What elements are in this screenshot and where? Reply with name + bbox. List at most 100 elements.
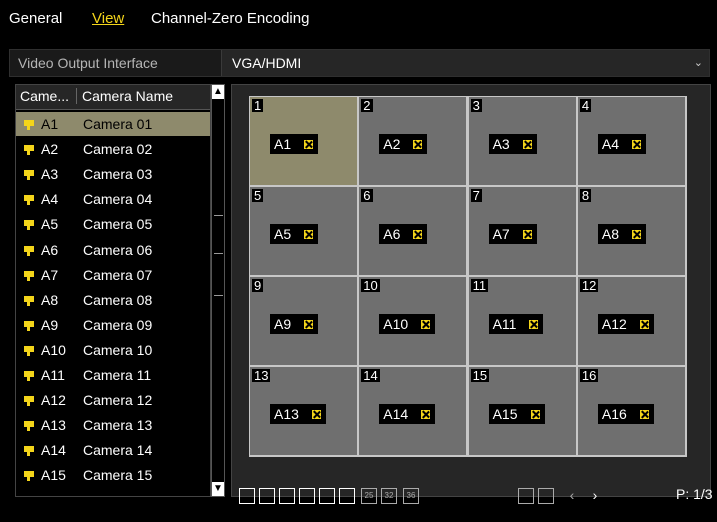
remove-camera-icon[interactable]	[529, 408, 541, 420]
cell-camera-label: A12	[601, 316, 627, 332]
camera-list-row[interactable]: A5 Camera 05	[16, 212, 210, 236]
remove-camera-icon[interactable]	[638, 318, 650, 330]
camera-icon	[24, 170, 34, 181]
camera-icon	[24, 270, 34, 281]
camera-icon	[24, 245, 34, 256]
remove-camera-icon[interactable]	[303, 138, 315, 150]
view-grid-cell[interactable]: 10 A10	[359, 277, 467, 365]
layout-6-icon[interactable]	[279, 488, 295, 504]
layout-25-icon[interactable]: 25	[361, 488, 377, 504]
apply-layout-icon[interactable]	[518, 488, 534, 504]
cell-number: 3	[470, 98, 482, 113]
layout-16-icon[interactable]	[339, 488, 355, 504]
view-grid-cell[interactable]: 2 A2	[359, 97, 467, 185]
view-grid-cell[interactable]: 6 A6	[359, 187, 467, 275]
remove-camera-icon[interactable]	[412, 228, 424, 240]
camera-id: A7	[41, 266, 59, 283]
view-grid-cell[interactable]: 3 A3	[468, 97, 576, 185]
view-grid-cell[interactable]: 12 A12	[577, 277, 685, 365]
cell-number: 2	[361, 98, 373, 113]
cell-number: 5	[252, 188, 264, 203]
cell-number: 11	[470, 278, 489, 293]
camera-list-row[interactable]: A2 Camera 02	[16, 137, 210, 161]
layout-36-icon[interactable]: 36	[403, 488, 419, 504]
cell-camera-label: A1	[274, 136, 292, 152]
view-grid-cell[interactable]: 4 A4	[577, 97, 685, 185]
view-grid-cell[interactable]: 11 A11	[468, 277, 576, 365]
cell-camera-label: A7	[492, 226, 510, 242]
previous-page-icon[interactable]: ‹	[564, 488, 580, 504]
remove-camera-icon[interactable]	[638, 408, 650, 420]
layout-4-icon[interactable]	[259, 488, 275, 504]
camera-list-row[interactable]: A14 Camera 14	[16, 438, 210, 462]
remove-camera-icon[interactable]	[412, 138, 424, 150]
remove-camera-icon[interactable]	[521, 228, 533, 240]
camera-list-row[interactable]: A9 Camera 09	[16, 313, 210, 337]
remove-camera-icon[interactable]	[303, 318, 315, 330]
camera-list-row[interactable]: A3 Camera 03	[16, 162, 210, 186]
layout-32-icon[interactable]: 32	[381, 488, 397, 504]
view-grid-cell[interactable]: 14 A14	[359, 367, 467, 455]
view-grid-cell[interactable]: 9 A9	[250, 277, 357, 365]
view-grid-cell[interactable]: 5 A5	[250, 187, 357, 275]
remove-camera-icon[interactable]	[303, 228, 315, 240]
scroll-down-icon[interactable]: ▼	[212, 482, 224, 496]
layout-1-icon[interactable]	[239, 488, 255, 504]
cell-number: 6	[361, 188, 373, 203]
view-grid-cell[interactable]: 1 A1	[250, 97, 357, 185]
camera-list-scrollbar[interactable]: ▲ ▼	[211, 84, 225, 497]
camera-list-row[interactable]: A15 Camera 15	[16, 463, 210, 487]
scroll-tick	[214, 215, 223, 216]
camera-name: Camera 05	[83, 216, 153, 233]
next-page-icon[interactable]: ›	[587, 488, 603, 504]
camera-list-row[interactable]: A11 Camera 11	[16, 363, 210, 387]
cell-camera-label: A15	[492, 406, 518, 422]
column-header-camera-name[interactable]: Camera Name	[82, 88, 173, 104]
cell-camera-tag: A11	[488, 314, 544, 334]
video-output-select[interactable]: VGA/HDMI ⌄	[222, 50, 709, 76]
remove-camera-icon[interactable]	[521, 138, 533, 150]
column-header-camera-id[interactable]: Came...	[20, 88, 77, 104]
cell-camera-tag: A6	[379, 224, 428, 244]
camera-icon	[24, 471, 34, 482]
cell-number: 8	[579, 188, 592, 203]
clear-layout-icon[interactable]	[538, 488, 554, 504]
camera-name: Camera 07	[83, 266, 153, 283]
cell-number: 12	[579, 278, 599, 293]
remove-camera-icon[interactable]	[310, 408, 322, 420]
camera-list-header: Came... Camera Name	[16, 85, 210, 110]
view-grid-cell[interactable]: 7 A7	[468, 187, 576, 275]
camera-id: A9	[41, 316, 59, 333]
camera-list-row[interactable]: A6 Camera 06	[16, 238, 210, 262]
camera-list-row[interactable]: A4 Camera 04	[16, 187, 210, 211]
remove-camera-icon[interactable]	[631, 228, 643, 240]
view-grid-cell[interactable]: 13 A13	[250, 367, 357, 455]
cell-camera-tag: A4	[597, 134, 647, 154]
scroll-up-icon[interactable]: ▲	[212, 85, 224, 99]
cell-camera-label: A10	[383, 316, 409, 332]
remove-camera-icon[interactable]	[420, 318, 432, 330]
tab-general[interactable]: General	[9, 10, 62, 27]
layout-9-icon[interactable]	[319, 488, 335, 504]
view-grid-cell[interactable]: 16 A16	[577, 367, 685, 455]
camera-icon	[24, 320, 34, 331]
remove-camera-icon[interactable]	[528, 318, 540, 330]
remove-camera-icon[interactable]	[420, 408, 432, 420]
view-grid-cell[interactable]: 15 A15	[468, 367, 576, 455]
camera-list-row[interactable]: A1 Camera 01	[16, 112, 210, 136]
layout-8-icon[interactable]	[299, 488, 315, 504]
camera-list-row[interactable]: A8 Camera 08	[16, 288, 210, 312]
camera-icon	[24, 371, 34, 381]
camera-name: Camera 12	[83, 392, 153, 409]
remove-camera-icon[interactable]	[631, 138, 643, 150]
camera-name: Camera 09	[83, 316, 153, 333]
tab-view[interactable]: View	[92, 10, 124, 27]
camera-id: A8	[41, 291, 59, 308]
view-grid-cell[interactable]: 8 A8	[577, 187, 685, 275]
camera-list-row[interactable]: A12 Camera 12	[16, 388, 210, 412]
camera-list-row[interactable]: A7 Camera 07	[16, 263, 210, 287]
camera-list-row[interactable]: A10 Camera 10	[16, 338, 210, 362]
camera-list-row[interactable]: A13 Camera 13	[16, 413, 210, 437]
cell-camera-tag: A3	[488, 134, 537, 154]
tab-channel-zero-encoding[interactable]: Channel-Zero Encoding	[151, 10, 309, 27]
